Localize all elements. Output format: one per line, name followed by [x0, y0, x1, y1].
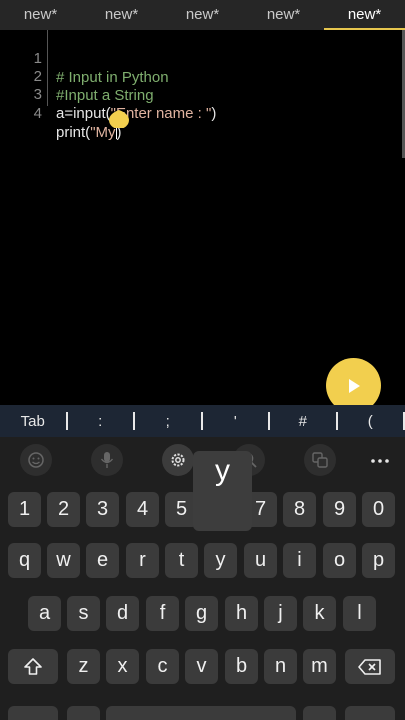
- key-a[interactable]: a: [28, 596, 61, 631]
- tab-file-3[interactable]: new*: [162, 0, 243, 30]
- key-d[interactable]: d: [106, 596, 139, 631]
- symbol-tab[interactable]: Tab: [0, 413, 66, 430]
- key-h[interactable]: h: [225, 596, 258, 631]
- code-text: ): [211, 105, 217, 122]
- key-e[interactable]: e: [86, 543, 119, 578]
- key-m[interactable]: m: [303, 649, 336, 684]
- key-1[interactable]: 1: [8, 492, 41, 527]
- enter-key[interactable]: [345, 706, 395, 720]
- shift-icon: [24, 657, 42, 675]
- line-number: 4: [33, 105, 42, 122]
- symbol-paren[interactable]: (: [338, 413, 404, 430]
- code-comment: #Input a String: [56, 87, 154, 104]
- code-line-1: 1 # Input in Python: [0, 30, 169, 86]
- more-options-icon[interactable]: [364, 451, 396, 471]
- code-text: a=input(: [56, 105, 111, 122]
- code-line-2: 2 #Input a String: [0, 48, 154, 104]
- key-q[interactable]: q: [8, 543, 41, 578]
- key-w[interactable]: w: [47, 543, 80, 578]
- tab-bar: new* new* new* new* new*: [0, 0, 405, 30]
- backspace-key[interactable]: [345, 649, 395, 684]
- symbol-semicolon[interactable]: ;: [135, 413, 201, 430]
- key-c[interactable]: c: [146, 649, 179, 684]
- key-9[interactable]: 9: [323, 492, 356, 527]
- backspace-icon: [358, 658, 381, 675]
- key-t[interactable]: t: [165, 543, 198, 578]
- key-8[interactable]: 8: [283, 492, 316, 527]
- code-text: print(: [56, 124, 91, 141]
- key-b[interactable]: b: [225, 649, 258, 684]
- key-l[interactable]: l: [343, 596, 376, 631]
- tab-file-4[interactable]: new*: [243, 0, 324, 30]
- code-comment: # Input in Python: [56, 69, 169, 86]
- key-r[interactable]: r: [126, 543, 159, 578]
- key-x[interactable]: x: [106, 649, 139, 684]
- tab-file-1[interactable]: new*: [0, 0, 81, 30]
- key-f[interactable]: f: [146, 596, 179, 631]
- key-j[interactable]: j: [264, 596, 297, 631]
- symbol-colon[interactable]: :: [68, 413, 134, 430]
- period-key[interactable]: [303, 706, 336, 720]
- line-number: 2: [33, 68, 42, 85]
- key-k[interactable]: k: [303, 596, 336, 631]
- key-preview-label: y: [215, 454, 230, 487]
- key-g[interactable]: g: [185, 596, 218, 631]
- symbol-bar: Tab : ; ' # (: [0, 405, 405, 437]
- key-2[interactable]: 2: [47, 492, 80, 527]
- tab-file-2[interactable]: new*: [81, 0, 162, 30]
- cursor-handle-icon[interactable]: [109, 104, 129, 128]
- symbol-hash[interactable]: #: [270, 413, 336, 430]
- line-gutter: [47, 30, 48, 106]
- key-u[interactable]: u: [244, 543, 277, 578]
- key-o[interactable]: o: [323, 543, 356, 578]
- code-editor[interactable]: 1 # Input in Python 2 #Input a String 3 …: [0, 30, 405, 405]
- line-number: 3: [33, 86, 42, 103]
- key-v[interactable]: v: [185, 649, 218, 684]
- shift-key[interactable]: [8, 649, 58, 684]
- line-number: 1: [33, 50, 42, 67]
- key-3[interactable]: 3: [86, 492, 119, 527]
- translate-icon[interactable]: [304, 444, 336, 476]
- key-s[interactable]: s: [67, 596, 100, 631]
- symbol-quote[interactable]: ': [203, 413, 269, 430]
- tab-file-5-active[interactable]: new*: [324, 0, 405, 30]
- key-0[interactable]: 0: [362, 492, 395, 527]
- symbols-key[interactable]: [8, 706, 58, 720]
- key-n[interactable]: n: [264, 649, 297, 684]
- code-line-3: 3 a=input("Enter name : "): [0, 66, 217, 122]
- space-key[interactable]: [106, 706, 296, 720]
- code-line-4: 4 print("My): [0, 85, 122, 141]
- play-icon: [348, 378, 360, 393]
- key-y[interactable]: y: [204, 543, 237, 578]
- key-p[interactable]: p: [362, 543, 395, 578]
- emoji-icon[interactable]: [20, 444, 52, 476]
- key-z[interactable]: z: [67, 649, 100, 684]
- key-i[interactable]: i: [283, 543, 316, 578]
- comma-key[interactable]: [67, 706, 100, 720]
- key-4[interactable]: 4: [126, 492, 159, 527]
- gear-icon[interactable]: [162, 444, 194, 476]
- key-preview-popup: y: [193, 451, 252, 531]
- microphone-icon[interactable]: [91, 444, 123, 476]
